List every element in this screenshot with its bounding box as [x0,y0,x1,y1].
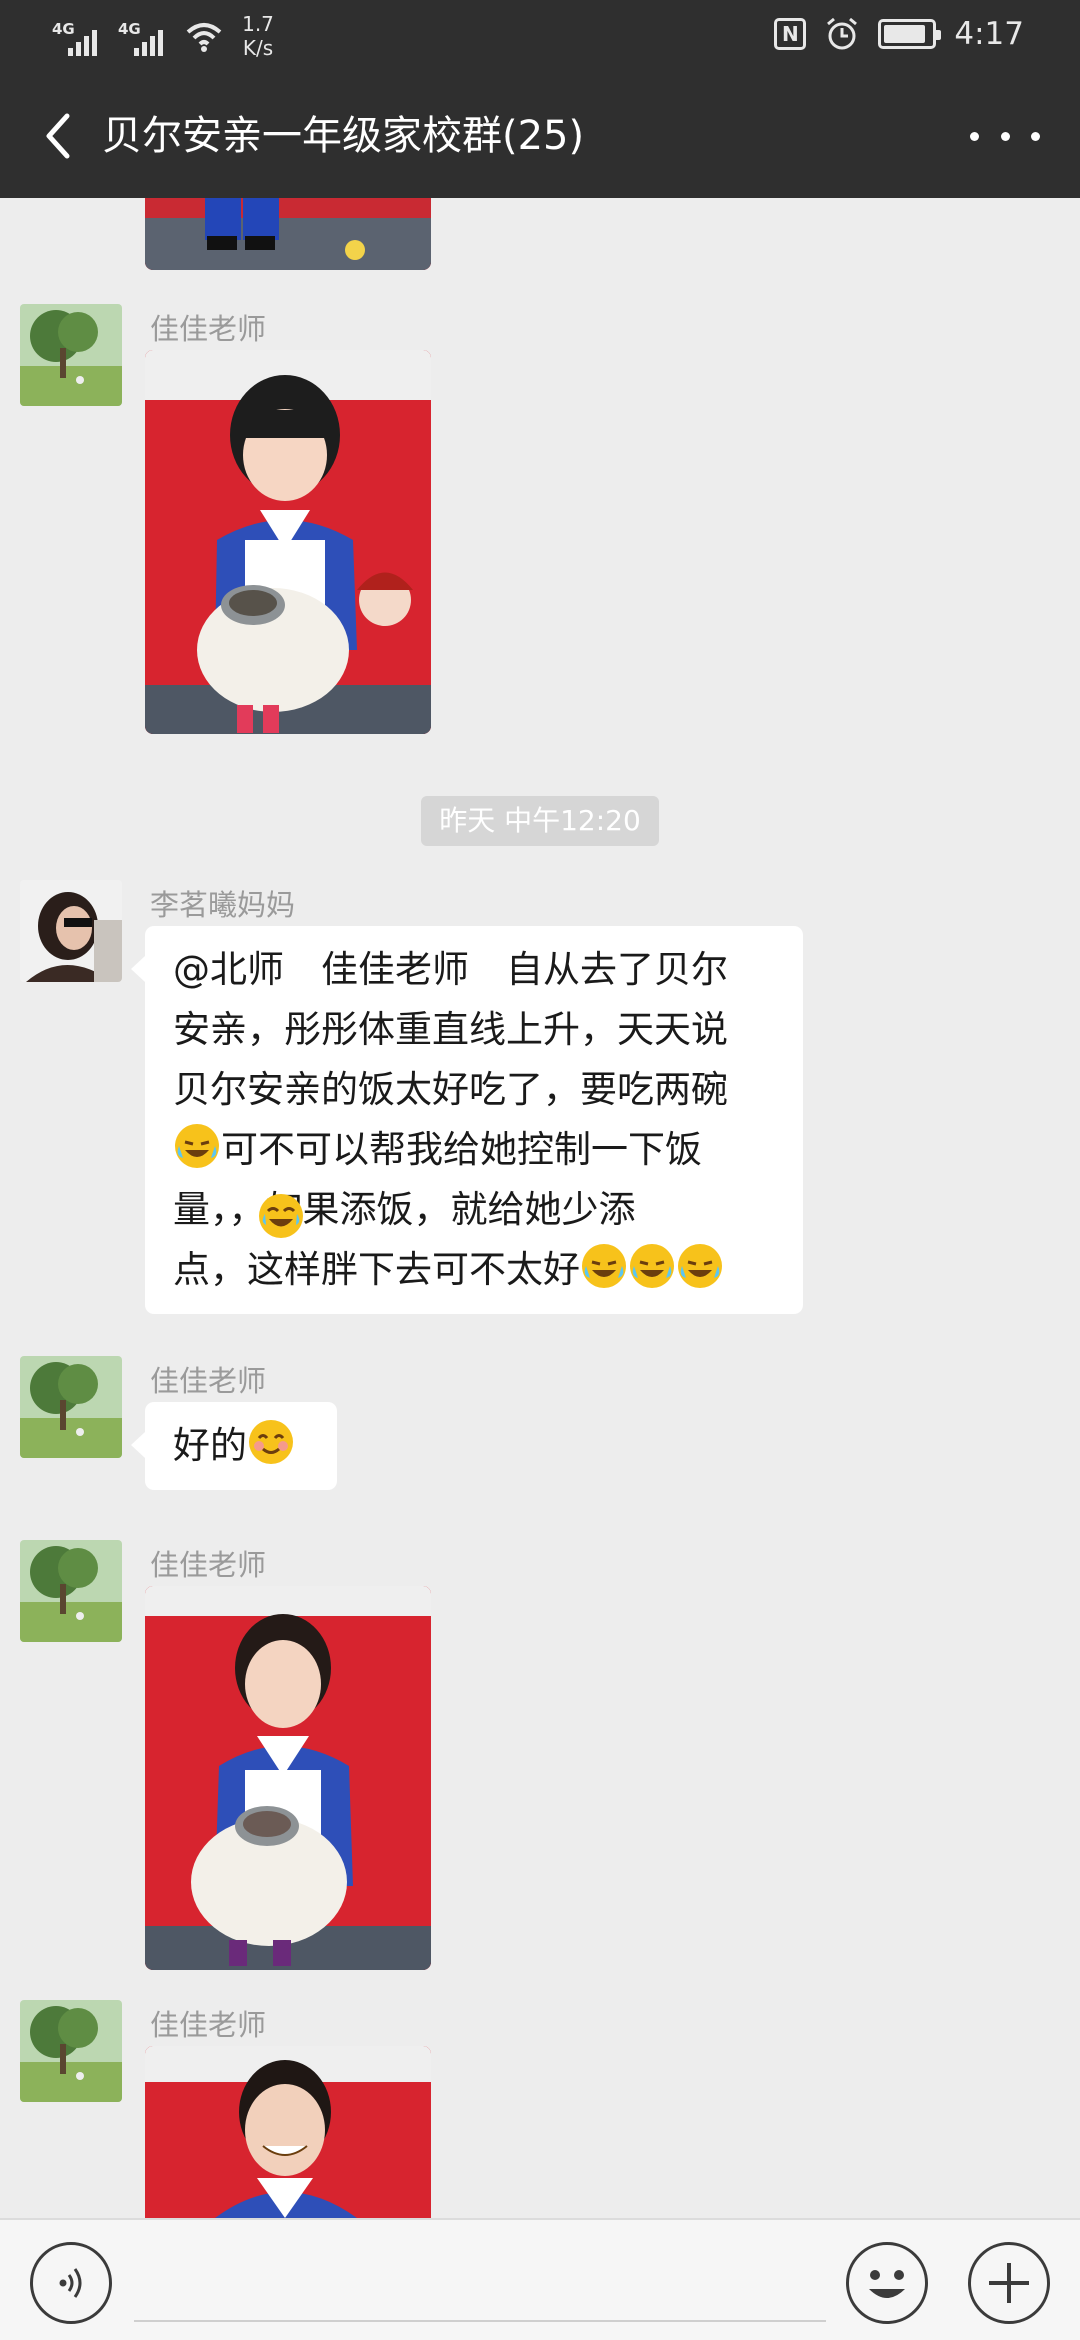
smiling-face-emoji [249,1420,293,1464]
tears-of-joy-emoji [259,1194,303,1238]
message-bubble[interactable]: 好的 [131,1402,337,1490]
voice-input-button[interactable] [30,2242,112,2324]
message-bubble[interactable]: @北师 佳佳老师 自从去了贝尔 安亲，彤彤体重直线上升，天天说 贝尔安亲的饭太好… [131,926,803,1314]
chat-title: 贝尔安亲一年级家校群(25) [102,113,585,159]
sender-name: 李茗曦妈妈 [150,888,296,922]
dot-icon [1000,131,1010,141]
avatar[interactable] [20,304,122,406]
chevron-left-icon [46,113,70,159]
rolling-laughing-crying-emoji [175,1124,219,1168]
more-options-button[interactable] [970,114,1040,158]
chat-image[interactable] [145,198,431,270]
message-fragment: 可不可以帮我给她控制一下饭 [221,1128,702,1171]
avatar[interactable] [20,1356,122,1458]
signal-strength-icon: 4G [52,16,104,56]
clock: 4:17 [954,16,1024,52]
voice-icon [59,2268,82,2298]
battery-level [884,25,926,43]
plus-icon [989,2263,1029,2303]
dot-icon [970,131,979,141]
sender-name: 佳佳老师 [150,1548,267,1582]
signal-strength-icon: 4G [118,16,170,56]
smiley-icon [869,2270,905,2298]
sender-name: 佳佳老师 [150,312,267,346]
chat-image[interactable] [145,2046,431,2218]
rolling-laughing-crying-emoji [582,1244,626,1288]
status-bar: 4G 4G 1.7 K/s N 4:17 [0,0,1080,74]
avatar[interactable] [20,2000,122,2102]
message-line: 可不可以帮我给她控制一下饭 [173,1120,775,1180]
avatar[interactable] [20,880,122,982]
rolling-laughing-crying-emoji [678,1244,722,1288]
chat-image[interactable] [145,1586,431,1970]
input-bar [0,2218,1080,2340]
message-line: 点，这样胖下去可不太好 [173,1240,775,1300]
chat-header: 贝尔安亲一年级家校群(25) [0,74,1080,198]
more-functions-button[interactable] [968,2242,1050,2324]
emoji-button[interactable] [846,2242,928,2324]
sender-name: 佳佳老师 [150,2008,267,2042]
network-speed: 1.7 K/s [242,12,274,60]
chat-image[interactable] [145,350,431,734]
alarm-icon [827,17,858,50]
message-fragment: 量，，如果添饭，就给她少添 [173,1188,636,1231]
nfc-icon: N [774,18,807,50]
message-fragment: 点，这样胖下去可不太好 [173,1248,580,1291]
avatar[interactable] [20,1540,122,1642]
timestamp-label: 昨天 中午12:20 [421,796,659,846]
dot-icon [1031,131,1040,141]
rolling-laughing-crying-emoji [630,1244,674,1288]
sender-name: 佳佳老师 [150,1364,267,1398]
wifi-icon [186,23,222,52]
battery-icon [878,19,942,49]
message-line: 贝尔安亲的饭太好吃了，要吃两碗 [173,1068,728,1111]
message-input[interactable] [134,2240,826,2322]
back-button[interactable] [28,104,88,168]
message-line: @北师 佳佳老师 自从去了贝尔 [173,948,728,991]
message-text: 好的 [173,1424,247,1467]
message-line: 安亲，彤彤体重直线上升，天天说 [173,1008,728,1051]
message-list[interactable]: 佳佳老师 昨天 中午12:20 李茗曦妈妈 @北师 佳佳老师 自从去了贝尔 安亲… [0,198,1080,2218]
